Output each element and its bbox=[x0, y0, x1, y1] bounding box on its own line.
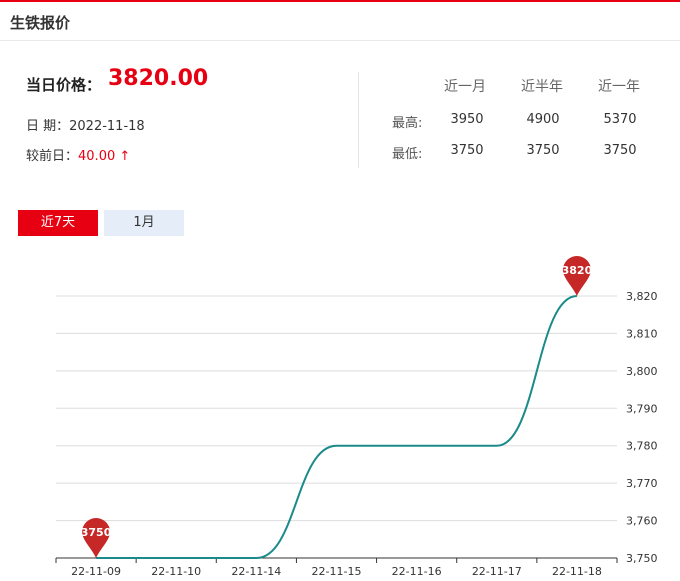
stats-high-year: 5370 bbox=[603, 112, 637, 127]
date-line: 日 期：2022-11-18 bbox=[26, 115, 145, 134]
x-tick-label: 22-11-17 bbox=[472, 565, 522, 578]
stats-col-halfyear: 近半年 bbox=[521, 79, 563, 95]
page-title: 生铁报价 bbox=[10, 14, 71, 32]
y-tick-label: 3,780 bbox=[626, 440, 658, 453]
x-tick-label: 22-11-14 bbox=[231, 565, 281, 578]
price-value: 3820.00 bbox=[108, 66, 209, 91]
x-tick-label: 22-11-15 bbox=[312, 565, 362, 578]
x-tick-label: 22-11-10 bbox=[151, 565, 201, 578]
x-tick-label: 22-11-16 bbox=[392, 565, 442, 578]
tab-1-month[interactable]: 1月 bbox=[104, 210, 184, 236]
series-line bbox=[96, 295, 578, 559]
marker-label: 3750 bbox=[81, 526, 112, 539]
x-tick-label: 22-11-18 bbox=[552, 565, 602, 578]
stats-low-month: 3750 bbox=[450, 143, 484, 158]
stats-high-month: 3950 bbox=[450, 112, 484, 127]
date-value: 2022-11-18 bbox=[69, 119, 145, 134]
change-label: 较前日： bbox=[26, 149, 79, 164]
stats-low-halfyear: 3750 bbox=[526, 143, 560, 158]
stats-col-month: 近一月 bbox=[444, 79, 486, 95]
y-tick-label: 3,750 bbox=[626, 552, 658, 565]
stats-high-halfyear: 4900 bbox=[526, 112, 560, 127]
y-tick-label: 3,770 bbox=[626, 477, 658, 490]
page-header: 生铁报价 bbox=[0, 2, 680, 41]
stats-low-year: 3750 bbox=[603, 143, 637, 158]
y-tick-label: 3,810 bbox=[626, 327, 658, 340]
y-tick-label: 3,800 bbox=[626, 365, 658, 378]
marker-label: 3820 bbox=[562, 264, 593, 277]
y-tick-label: 3,760 bbox=[626, 515, 658, 528]
divider bbox=[358, 72, 359, 168]
stats-col-year: 近一年 bbox=[598, 79, 640, 95]
y-tick-label: 3,820 bbox=[626, 290, 658, 303]
tab-7-days[interactable]: 近7天 bbox=[18, 210, 98, 236]
date-label: 日 期： bbox=[26, 119, 70, 134]
y-tick-label: 3,790 bbox=[626, 402, 658, 415]
change-line: 较前日：40.00 ↑ bbox=[26, 145, 130, 164]
x-tick-label: 22-11-09 bbox=[71, 565, 121, 578]
change-value: 40.00 ↑ bbox=[78, 149, 131, 164]
price-label: 当日价格： bbox=[26, 76, 102, 94]
price-line-chart: 3,750 3,760 3,770 3,780 3,790 3,800 3,810 3,820… bbox=[55, 256, 658, 578]
